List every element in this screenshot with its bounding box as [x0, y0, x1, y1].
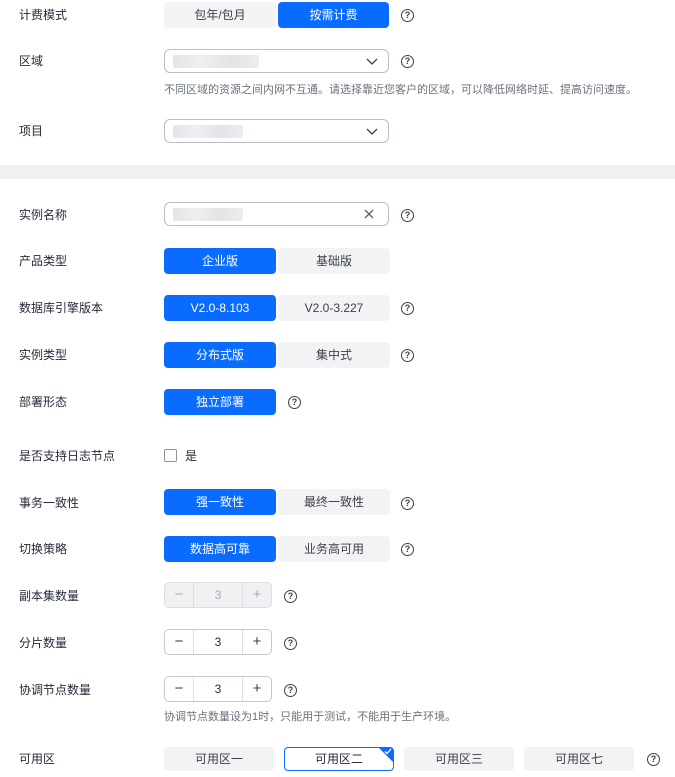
- replica-count-stepper: − 3 +: [164, 582, 272, 608]
- project-select[interactable]: [164, 119, 389, 143]
- switch-policy-selector: 数据高可靠 业务高可用: [164, 536, 390, 562]
- product-type-basic[interactable]: 基础版: [278, 248, 390, 274]
- consistency-label: 事务一致性: [19, 496, 80, 510]
- region-label: 区域: [19, 54, 44, 68]
- clear-icon[interactable]: [363, 208, 375, 220]
- engine-version-selector: V2.0-8.103 V2.0-3.227: [164, 295, 390, 321]
- switch-policy-service-availability[interactable]: 业务高可用: [278, 536, 390, 562]
- billing-region-section: 计费模式 包年/包月 按需计费 ? 区域 ? 不同区域的资源之间内网不互通。请选…: [0, 0, 675, 165]
- project-label: 项目: [19, 124, 44, 138]
- engine-version-8103[interactable]: V2.0-8.103: [164, 295, 276, 321]
- replica-count-help-icon[interactable]: ?: [284, 590, 297, 603]
- shard-count-help-icon[interactable]: ?: [284, 637, 297, 650]
- shard-count-stepper: − 3 +: [164, 629, 272, 655]
- region-value-redacted: [173, 55, 259, 68]
- instance-type-selector: 分布式版 集中式: [164, 342, 390, 368]
- engine-version-help-icon[interactable]: ?: [401, 302, 414, 315]
- section-separator: [0, 165, 675, 179]
- coordinator-count-hint: 协调节点数量设为1时，只能用于测试，不能用于生产环境。: [164, 711, 457, 723]
- az-option-3[interactable]: 可用区三: [404, 747, 514, 771]
- switch-policy-data-reliability[interactable]: 数据高可靠: [164, 536, 276, 562]
- coordinator-count-label: 协调节点数量: [19, 683, 92, 697]
- instance-type-help-icon[interactable]: ?: [401, 349, 414, 362]
- log-node-label: 是否支持日志节点: [19, 449, 116, 463]
- product-type-enterprise[interactable]: 企业版: [164, 248, 276, 274]
- deploy-form-help-icon[interactable]: ?: [288, 396, 301, 409]
- switch-policy-help-icon[interactable]: ?: [401, 543, 414, 556]
- billing-help-icon[interactable]: ?: [401, 9, 414, 22]
- deploy-form-selector: 独立部署: [164, 389, 276, 415]
- chevron-down-icon: [366, 128, 378, 135]
- billing-mode-label: 计费模式: [19, 8, 68, 22]
- az-option-2-label: 可用区二: [314, 752, 363, 766]
- deploy-form-label: 部署形态: [19, 395, 68, 409]
- product-type-selector: 企业版 基础版: [164, 248, 390, 274]
- project-value-redacted: [173, 125, 243, 138]
- consistency-eventual[interactable]: 最终一致性: [278, 489, 390, 515]
- replica-count-label: 副本集数量: [19, 589, 80, 603]
- region-select[interactable]: [164, 49, 389, 73]
- log-node-checkbox-label: 是: [185, 449, 198, 463]
- coordinator-increment-button[interactable]: +: [243, 677, 271, 701]
- region-hint: 不同区域的资源之间内网不互通。请选择靠近您客户的区域，可以降低网络时延、提高访问…: [164, 84, 637, 96]
- billing-option-yearly[interactable]: 包年/包月: [164, 2, 276, 28]
- consistency-selector: 强一致性 最终一致性: [164, 489, 390, 515]
- az-option-2[interactable]: 可用区二: [284, 747, 394, 771]
- instance-type-label: 实例类型: [19, 348, 68, 362]
- engine-version-label: 数据库引擎版本: [19, 301, 104, 315]
- chevron-down-icon: [366, 58, 378, 65]
- consistency-help-icon[interactable]: ?: [401, 497, 414, 510]
- shard-count-value[interactable]: 3: [193, 630, 243, 654]
- log-node-checkbox[interactable]: [164, 449, 177, 462]
- product-type-label: 产品类型: [19, 254, 68, 268]
- instance-name-help-icon[interactable]: ?: [401, 209, 414, 222]
- az-option-1[interactable]: 可用区一: [164, 747, 274, 771]
- instance-type-distributed[interactable]: 分布式版: [164, 342, 276, 368]
- billing-option-on-demand[interactable]: 按需计费: [278, 2, 389, 28]
- availability-zone-label: 可用区: [19, 752, 56, 766]
- availability-zone-help-icon[interactable]: ?: [647, 753, 660, 766]
- region-help-icon[interactable]: ?: [401, 55, 414, 68]
- instance-type-centralized[interactable]: 集中式: [278, 342, 390, 368]
- shard-count-label: 分片数量: [19, 636, 68, 650]
- coordinator-count-value[interactable]: 3: [193, 677, 243, 701]
- az-option-7[interactable]: 可用区七: [524, 747, 634, 771]
- replica-count-value: 3: [193, 583, 243, 607]
- replica-decrement-button: −: [174, 586, 184, 603]
- coordinator-count-stepper: − 3 +: [164, 676, 272, 702]
- instance-name-label: 实例名称: [19, 208, 68, 222]
- check-icon: [384, 748, 392, 755]
- coordinator-count-help-icon[interactable]: ?: [284, 684, 297, 697]
- coordinator-decrement-button[interactable]: −: [165, 677, 193, 701]
- shard-decrement-button[interactable]: −: [165, 630, 193, 654]
- deploy-form-standalone[interactable]: 独立部署: [164, 389, 276, 415]
- billing-mode-selector: 包年/包月 按需计费: [164, 2, 389, 28]
- consistency-strong[interactable]: 强一致性: [164, 489, 276, 515]
- instance-name-input[interactable]: [164, 202, 389, 226]
- engine-version-3227[interactable]: V2.0-3.227: [278, 295, 390, 321]
- replica-increment-button: +: [252, 586, 262, 603]
- shard-increment-button[interactable]: +: [243, 630, 271, 654]
- instance-name-value-redacted: [173, 208, 243, 221]
- switch-policy-label: 切换策略: [19, 542, 68, 556]
